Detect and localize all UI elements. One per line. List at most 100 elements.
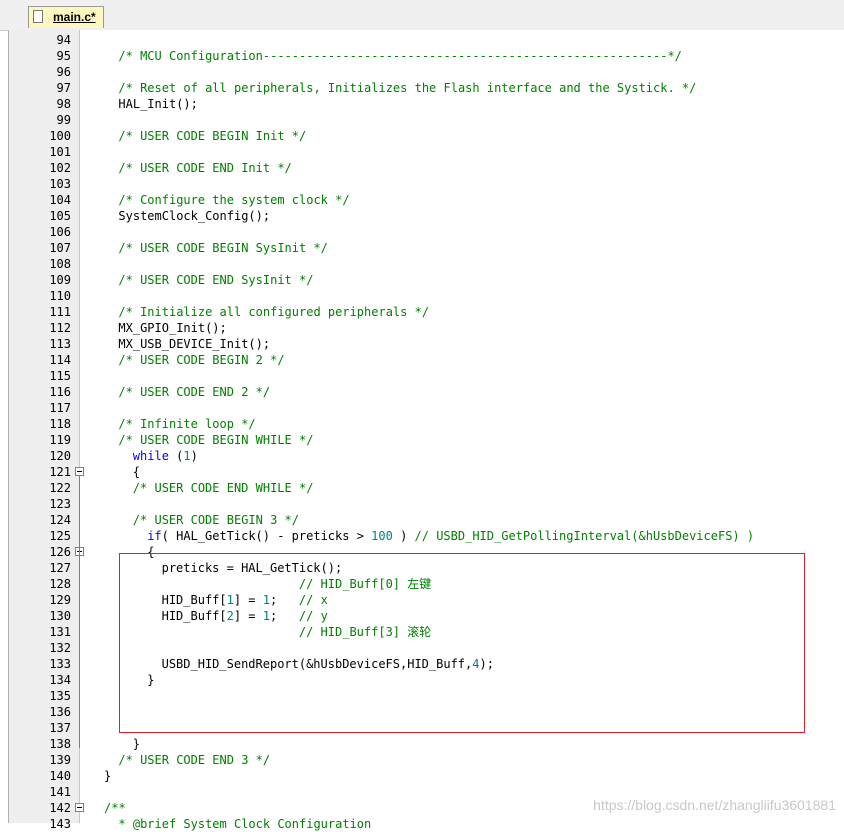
line-number: 128 (49, 577, 71, 591)
code-text: { (104, 544, 154, 560)
code-line: 128 // HID_Buff[0] 左键 (9, 576, 844, 592)
code-line: 104 /* Configure the system clock */ (9, 192, 844, 208)
code-text: /* USER CODE END WHILE */ (104, 480, 314, 496)
line-number: 140 (49, 769, 71, 783)
line-number: 124 (49, 513, 71, 527)
code-token: } (132, 737, 141, 751)
code-line: 134} (9, 672, 844, 688)
line-number: 121 (49, 465, 71, 479)
watermark: https://blog.csdn.net/zhangliifu3601881 (593, 797, 836, 813)
comment-token: /* USER CODE BEGIN SysInit */ (118, 241, 328, 255)
line-number: 130 (49, 609, 71, 623)
line-number: 112 (49, 321, 71, 335)
comment-token: // HID_Buff[0] 左键 (298, 577, 432, 591)
code-line: 113 MX_USB_DEVICE_Init(); (9, 336, 844, 352)
line-number: 143 (49, 817, 71, 831)
code-line: 108 (9, 256, 844, 272)
code-text: /* USER CODE END 3 */ (104, 752, 270, 768)
code-token: ); (479, 657, 494, 671)
number-token: 1 (262, 593, 270, 607)
fold-toggle-icon[interactable] (75, 467, 84, 476)
code-line: 101 (9, 144, 844, 160)
line-number: 101 (49, 145, 71, 159)
code-line: 115 (9, 368, 844, 384)
line-number: 113 (49, 337, 71, 351)
code-text: /* Infinite loop */ (104, 416, 255, 432)
code-line: 107 /* USER CODE BEGIN SysInit */ (9, 240, 844, 256)
line-number: 139 (49, 753, 71, 767)
comment-token: /* USER CODE END SysInit */ (118, 273, 314, 287)
code-line: 131 // HID_Buff[3] 滚轮 (9, 624, 844, 640)
code-line: 139 /* USER CODE END 3 */ (9, 752, 844, 768)
code-line: 103 (9, 176, 844, 192)
code-text: * @brief System Clock Configuration (104, 816, 371, 832)
comment-token: /* Initialize all configured peripherals… (118, 305, 430, 319)
code-line: 98 HAL_Init(); (9, 96, 844, 112)
line-number: 132 (49, 641, 71, 655)
code-line: 111 /* Initialize all configured peripher… (9, 304, 844, 320)
code-text: /** (104, 800, 126, 816)
number-token: 2 (226, 609, 234, 623)
code-line: 99 (9, 112, 844, 128)
line-number: 100 (49, 129, 71, 143)
code-text: // HID_Buff[0] 左键 (104, 576, 431, 592)
code-line: 100 /* USER CODE BEGIN Init */ (9, 128, 844, 144)
code-line: 121 { (9, 464, 844, 480)
comment-token: // y (298, 609, 328, 623)
line-number: 123 (49, 497, 71, 511)
fold-toggle-icon[interactable] (75, 803, 84, 812)
line-number: 102 (49, 161, 71, 175)
code-token: { (147, 545, 155, 559)
line-number: 118 (49, 417, 71, 431)
code-editor[interactable]: 94 95 /* MCU Configuration----------------… (8, 30, 844, 831)
code-token: HAL_Init(); (118, 97, 198, 111)
code-text: USBD_HID_SendReport(&hUsbDeviceFS,HID_Bu… (104, 656, 494, 672)
code-text: /* USER CODE BEGIN 2 */ (104, 352, 284, 368)
comment-token: // x (298, 593, 328, 607)
line-number: 136 (49, 705, 71, 719)
line-number: 94 (56, 33, 71, 47)
code-text: while (1) (104, 448, 198, 464)
code-text: /* USER CODE END 2 */ (104, 384, 270, 400)
comment-token: /* Reset of all peripherals, Initializes… (118, 81, 697, 95)
code-line: 94 (9, 32, 844, 48)
editor-tab-bar: main.c* (0, 0, 844, 31)
line-number: 95 (56, 49, 71, 63)
number-token: 1 (226, 593, 234, 607)
code-token: { (132, 465, 141, 479)
line-number: 110 (49, 289, 71, 303)
code-line: 140} (9, 768, 844, 784)
code-text: /* Configure the system clock */ (104, 192, 349, 208)
code-text: HAL_Init(); (104, 96, 198, 112)
code-line: 123 (9, 496, 844, 512)
code-text: MX_GPIO_Init(); (104, 320, 226, 336)
line-number: 135 (49, 689, 71, 703)
comment-token: /* USER CODE BEGIN 3 */ (132, 513, 299, 527)
file-icon (33, 10, 43, 23)
code-line: 130 HID_Buff[2] = 1; // y (9, 608, 844, 624)
line-number: 116 (49, 385, 71, 399)
comment-token: /* USER CODE BEGIN WHILE */ (118, 433, 314, 447)
line-number: 131 (49, 625, 71, 639)
line-number: 141 (49, 785, 71, 799)
comment-token: // HID_Buff[3] 滚轮 (298, 625, 432, 639)
line-number: 104 (49, 193, 71, 207)
code-line: 106 (9, 224, 844, 240)
code-text: } (104, 672, 154, 688)
code-line: 105 SystemClock_Config(); (9, 208, 844, 224)
code-text: /* Reset of all peripherals, Initializes… (104, 80, 696, 96)
code-text: // HID_Buff[3] 滚轮 (104, 624, 431, 640)
code-line: 110 (9, 288, 844, 304)
line-number: 134 (49, 673, 71, 687)
line-number: 105 (49, 209, 71, 223)
code-token: } (104, 769, 112, 783)
code-line: 124 /* USER CODE BEGIN 3 */ (9, 512, 844, 528)
code-text: /* USER CODE BEGIN Init */ (104, 128, 306, 144)
tab-main-c[interactable]: main.c* (28, 6, 104, 28)
line-number: 126 (49, 545, 71, 559)
line-number: 129 (49, 593, 71, 607)
code-line: 137 (9, 720, 844, 736)
line-number: 108 (49, 257, 71, 271)
